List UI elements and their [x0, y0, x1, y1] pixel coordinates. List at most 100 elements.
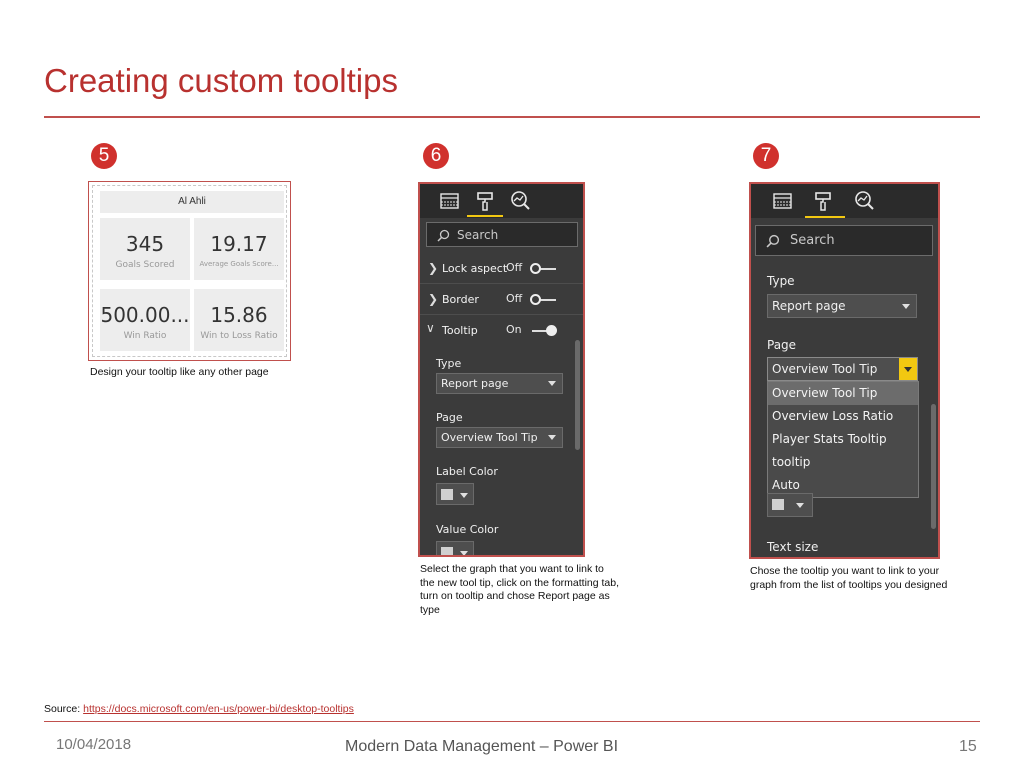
page-selection-pane: Search Type Report page Page Overview To…	[749, 182, 940, 559]
page-option[interactable]: Player Stats Tooltip	[768, 428, 918, 451]
border-value: Off	[506, 292, 523, 305]
tooltip-toggle[interactable]	[532, 325, 557, 336]
text-size-label: Text size	[767, 540, 819, 554]
footer-date: 10/04/2018	[56, 736, 132, 753]
card-value: 500.00...	[100, 303, 190, 327]
slide-title: Creating custom tooltips	[44, 62, 398, 99]
chevron-right-icon: ❯	[428, 261, 439, 275]
color-swatch	[772, 499, 784, 510]
search-input[interactable]: Search	[426, 222, 578, 247]
tooltip-page-canvas: Al Ahli 345 Goals Scored 19.17 Average G…	[92, 185, 287, 357]
fields-grid-icon[interactable]	[771, 190, 795, 212]
card-label: Average Goals Score...	[199, 260, 279, 268]
step-6-caption: Select the graph that you want to link t…	[420, 563, 620, 616]
card-goals-scored: 345 Goals Scored	[100, 218, 190, 280]
visualization-tabs	[420, 184, 583, 218]
page-option[interactable]: Overview Tool Tip	[768, 382, 918, 405]
step-7-badge: 7	[753, 143, 779, 169]
page-option[interactable]: Overview Loss Ratio	[768, 405, 918, 428]
border-toggle[interactable]	[530, 294, 556, 305]
tooltip-value: On	[506, 323, 522, 336]
lock-aspect-label: Lock aspect	[442, 262, 508, 275]
chevron-down-icon: ∨	[426, 321, 435, 335]
card-label: Win to Loss Ratio	[200, 331, 278, 341]
type-dropdown[interactable]: Report page	[767, 294, 917, 318]
page-value: Overview Tool Tip	[772, 362, 878, 376]
search-placeholder: Search	[457, 228, 499, 242]
chevron-down-icon	[548, 381, 556, 386]
lock-aspect-row[interactable]: ❯ Lock aspect Off	[420, 254, 583, 284]
page-dropdown[interactable]: Overview Tool Tip	[436, 427, 563, 448]
value-color-label: Value Color	[436, 523, 499, 536]
toggle-knob	[546, 325, 557, 336]
footer-divider	[44, 721, 980, 722]
toggle-knob	[530, 263, 541, 274]
chevron-down-icon	[796, 503, 804, 508]
step-5-badge: 5	[91, 143, 117, 169]
paint-roller-icon[interactable]	[811, 190, 835, 212]
chevron-right-icon: ❯	[428, 292, 439, 306]
color-picker[interactable]	[767, 493, 813, 517]
chevron-down-icon	[460, 493, 468, 498]
page-option[interactable]: tooltip	[768, 451, 918, 474]
label-color-picker[interactable]	[436, 483, 474, 505]
card-win-ratio: 500.00... Win Ratio	[100, 289, 190, 351]
page-number: 15	[959, 738, 977, 755]
fields-grid-icon[interactable]	[438, 190, 462, 212]
type-label: Type	[436, 357, 462, 370]
card-value: 15.86	[210, 303, 268, 327]
card-label: Goals Scored	[115, 260, 175, 270]
card-label: Win Ratio	[123, 331, 167, 341]
border-label: Border	[442, 293, 479, 306]
color-swatch	[441, 489, 453, 500]
page-label: Page	[436, 411, 463, 424]
page-dropdown[interactable]: Overview Tool Tip	[767, 357, 918, 381]
card-value: 345	[125, 232, 165, 256]
color-swatch	[441, 547, 453, 555]
visualization-tabs	[751, 184, 938, 218]
analytics-magnifier-icon[interactable]	[852, 190, 876, 212]
chevron-down-icon	[904, 367, 912, 372]
step-5-caption: Design your tooltip like any other page	[90, 366, 269, 378]
dropdown-button[interactable]	[899, 358, 917, 380]
team-name-header: Al Ahli	[100, 191, 284, 213]
search-icon	[437, 229, 450, 242]
toggle-knob	[530, 294, 541, 305]
type-value: Report page	[772, 299, 846, 313]
card-win-loss-ratio: 15.86 Win to Loss Ratio	[194, 289, 284, 351]
tooltip-row[interactable]: ∨ Tooltip On	[420, 316, 583, 346]
lock-aspect-value: Off	[506, 261, 523, 274]
step-7-caption: Chose the tooltip you want to link to yo…	[750, 565, 948, 591]
chevron-down-icon	[460, 551, 468, 555]
title-divider	[44, 116, 980, 118]
search-input[interactable]: Search	[755, 225, 933, 256]
search-icon	[766, 234, 780, 248]
lock-aspect-toggle[interactable]	[530, 263, 556, 274]
search-placeholder: Search	[790, 233, 835, 248]
page-label: Page	[767, 338, 797, 352]
scrollbar-thumb[interactable]	[575, 340, 580, 450]
source-prefix: Source:	[44, 703, 84, 715]
type-label: Type	[767, 274, 795, 288]
value-color-picker[interactable]	[436, 541, 474, 555]
type-dropdown[interactable]: Report page	[436, 373, 563, 394]
page-value: Overview Tool Tip	[441, 431, 538, 444]
source-link[interactable]: https://docs.microsoft.com/en-us/power-b…	[83, 703, 354, 715]
paint-roller-icon[interactable]	[473, 190, 497, 212]
active-tab-indicator	[805, 216, 845, 218]
type-value: Report page	[441, 377, 509, 390]
page-options-list: Overview Tool Tip Overview Loss Ratio Pl…	[767, 381, 919, 498]
footer-title: Modern Data Management – Power BI	[345, 738, 619, 755]
label-color-label: Label Color	[436, 465, 498, 478]
card-value: 19.17	[210, 232, 268, 256]
scrollbar-thumb[interactable]	[931, 404, 936, 529]
tooltip-label: Tooltip	[442, 324, 478, 337]
chevron-down-icon	[548, 435, 556, 440]
analytics-magnifier-icon[interactable]	[508, 190, 532, 212]
border-row[interactable]: ❯ Border Off	[420, 285, 583, 315]
format-pane: Search ❯ Lock aspect Off ❯ Border Off ∨ …	[418, 182, 585, 557]
step-6-badge: 6	[423, 143, 449, 169]
card-average-goals: 19.17 Average Goals Score...	[194, 218, 284, 280]
active-tab-indicator	[467, 215, 503, 217]
chevron-down-icon	[902, 304, 910, 309]
